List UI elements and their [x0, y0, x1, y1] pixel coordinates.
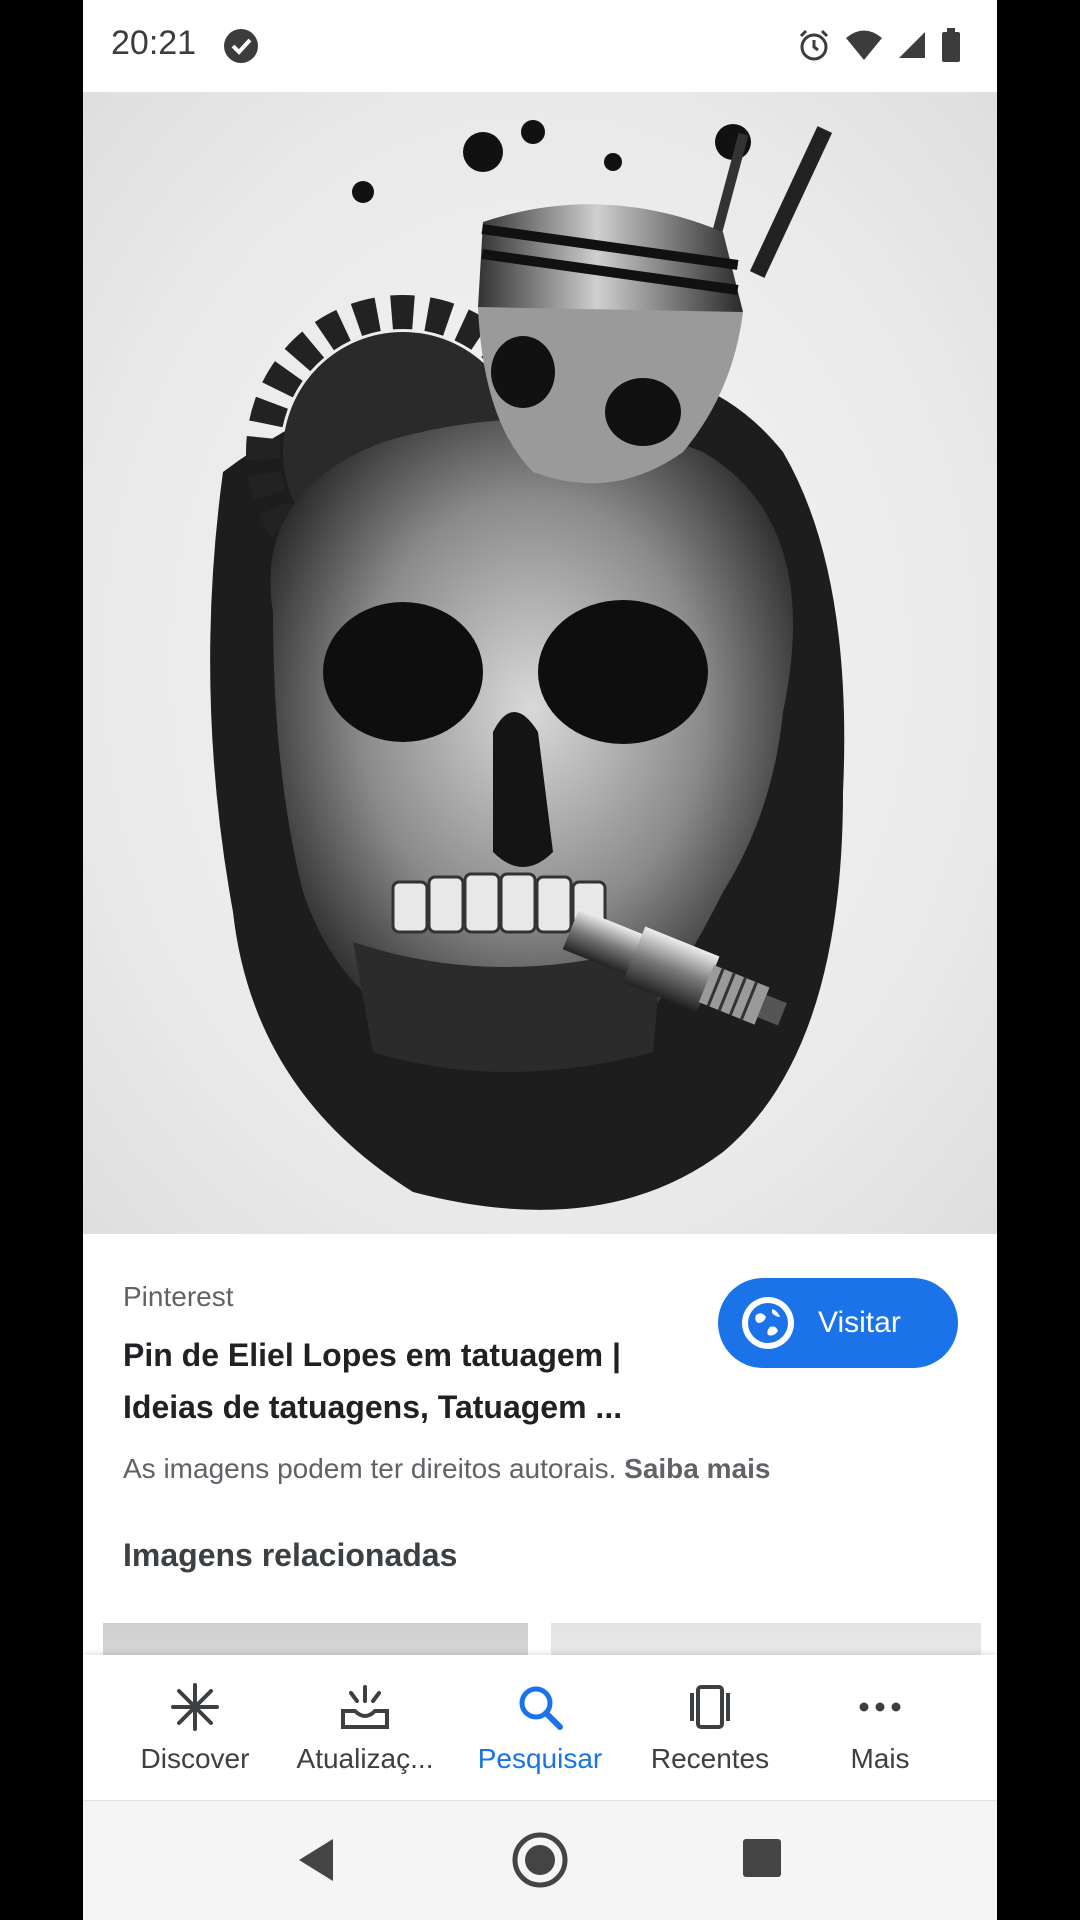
visit-label: Visitar: [818, 1306, 901, 1339]
discover-asterisk-icon: [171, 1683, 219, 1731]
nav-search[interactable]: Pesquisar: [455, 1655, 625, 1800]
status-time: 20:21: [111, 24, 197, 62]
overview-icon[interactable]: [741, 1837, 783, 1879]
nav-label: Mais: [850, 1743, 910, 1774]
more-dots-icon: [859, 1702, 901, 1712]
wifi-icon: [846, 30, 882, 60]
nav-label: Recentes: [650, 1743, 770, 1774]
nav-discover[interactable]: Discover: [110, 1655, 280, 1800]
skull-tattoo-illustration: [210, 120, 845, 1210]
related-images-heading: Imagens relacionadas: [123, 1537, 458, 1573]
visit-button[interactable]: Visitar: [718, 1278, 958, 1368]
nav-updates[interactable]: Atualizaç...: [280, 1655, 450, 1800]
nav-label: Discover: [140, 1743, 250, 1774]
system-navigation-bar: [83, 1800, 997, 1920]
status-icons: [797, 28, 961, 62]
search-icon: [519, 1686, 563, 1730]
result-title[interactable]: Pin de Eliel Lopes em tatuagem | Ideias …: [123, 1329, 683, 1433]
nav-label: Atualizaç...: [296, 1743, 434, 1774]
copyright-text: As imagens podem ter direitos autorais.: [123, 1453, 617, 1484]
recent-cards-icon: [690, 1685, 730, 1729]
battery-icon: [942, 28, 960, 62]
result-image[interactable]: [83, 92, 997, 1234]
check-circle-icon: [224, 29, 258, 63]
nav-recents[interactable]: Recentes: [625, 1655, 795, 1800]
status-bar: 20:21: [83, 0, 997, 92]
back-icon[interactable]: [293, 1835, 337, 1885]
source-site: Pinterest: [123, 1281, 234, 1312]
cell-signal-icon: [899, 32, 925, 58]
phone-screen: 20:21 Pinterest Pin de Eliel Lopes em ta…: [83, 0, 997, 1920]
globe-icon: [742, 1297, 794, 1349]
updates-tray-icon: [341, 1685, 389, 1729]
bottom-navigation: Discover Atualizaç... Pesquisar Recentes…: [83, 1655, 997, 1800]
learn-more-link[interactable]: Saiba mais: [624, 1453, 770, 1484]
nav-label: Pesquisar: [477, 1743, 603, 1774]
alarm-icon: [799, 29, 829, 61]
nav-more[interactable]: Mais: [795, 1655, 965, 1800]
home-icon[interactable]: [511, 1831, 569, 1889]
copyright-notice: As imagens podem ter direitos autorais. …: [123, 1453, 770, 1485]
